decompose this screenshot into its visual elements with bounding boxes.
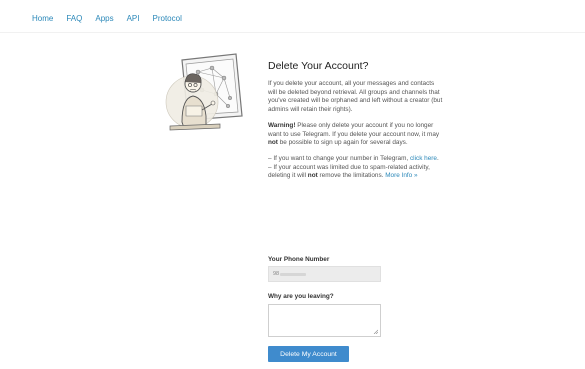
phone-number-field[interactable]: 98 (268, 266, 381, 282)
sad-person-illustration (165, 53, 243, 131)
nav-home-link[interactable]: Home (32, 13, 53, 24)
warning-not: not (268, 139, 278, 147)
notes-paragraph: – If you want to change your number in T… (268, 155, 443, 181)
phone-number-value: 98 (273, 271, 280, 277)
change-number-end: . (436, 154, 439, 162)
reason-label: Why are you leaving? (268, 293, 334, 300)
limited-text-2: remove the limitations. (317, 172, 386, 180)
phone-number-label: Your Phone Number (268, 256, 330, 263)
page: Home FAQ Apps API Protocol Delete Your A… (0, 0, 585, 369)
deletion-info-paragraph: If you delete your account, all your mes… (268, 80, 443, 114)
phone-number-redacted (280, 272, 307, 276)
reason-textarea[interactable] (268, 304, 381, 337)
delete-account-button[interactable]: Delete My Account (268, 346, 349, 362)
nav-protocol-link[interactable]: Protocol (153, 13, 182, 24)
warning-label: Warning! (268, 121, 296, 129)
top-nav: Home FAQ Apps API Protocol (32, 13, 195, 24)
nav-apps-link[interactable]: Apps (95, 13, 113, 24)
warning-paragraph: Warning! Please only delete your account… (268, 122, 443, 148)
limited-not: not (307, 172, 318, 180)
resize-grip-icon[interactable] (373, 329, 378, 334)
nav-divider (0, 32, 585, 33)
nav-api-link[interactable]: API (127, 13, 140, 24)
warning-text-2: be possible to sign up again for several… (277, 139, 408, 147)
change-number-text: – If you want to change your number in T… (268, 154, 410, 162)
article-content: Delete Your Account? If you delete your … (268, 60, 443, 188)
nav-faq-link[interactable]: FAQ (66, 13, 82, 24)
change-number-link[interactable]: click here (410, 155, 437, 162)
more-info-link[interactable]: More Info » (385, 172, 417, 179)
page-title: Delete Your Account? (268, 60, 369, 72)
